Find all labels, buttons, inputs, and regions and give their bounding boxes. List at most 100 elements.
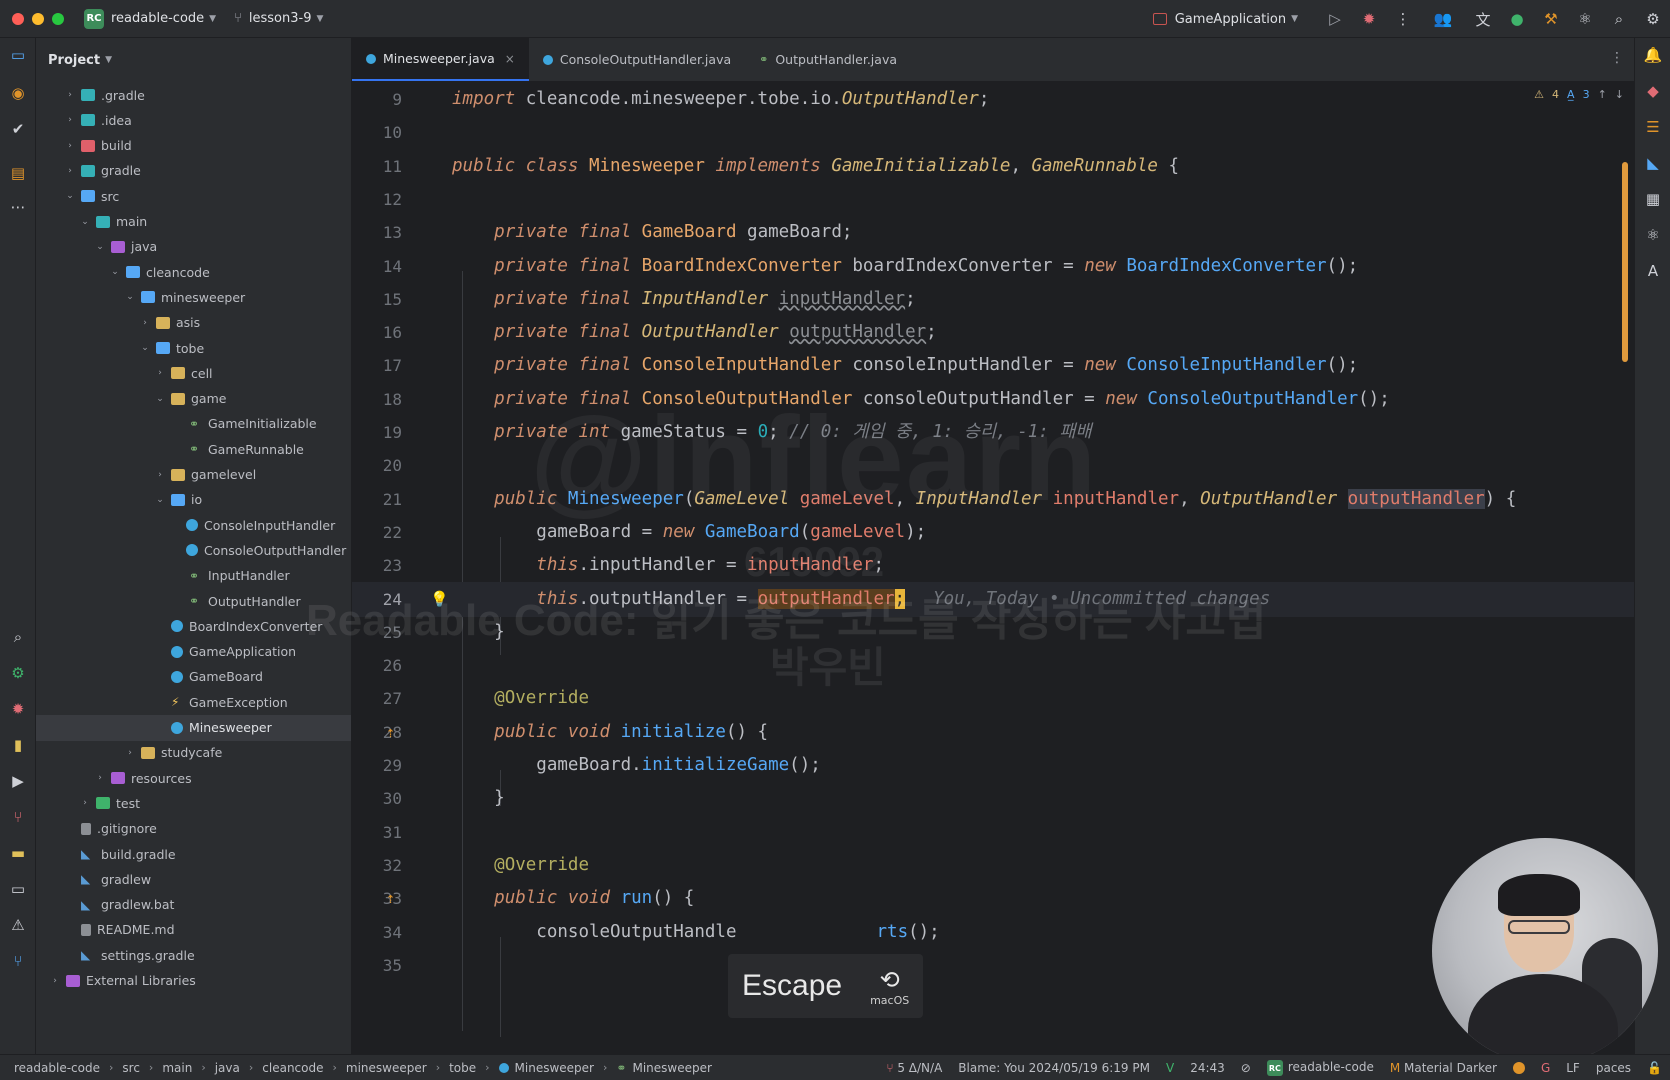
gradle-icon[interactable]: ◣	[1635, 154, 1670, 172]
run-icon[interactable]: ▷	[1318, 10, 1352, 28]
breadcrumb-item[interactable]: java	[215, 1061, 240, 1075]
status-indicator-icon[interactable]: ●	[1500, 10, 1534, 28]
tree-item[interactable]: › .idea	[36, 107, 351, 133]
breadcrumb-item[interactable]: src	[122, 1061, 140, 1075]
blame-info[interactable]: Blame: You 2024/05/19 6:19 PM	[958, 1061, 1150, 1075]
code-line[interactable]: 32 @Override	[352, 848, 1634, 884]
code-line[interactable]: 29 gameBoard.initializeGame();	[352, 748, 1634, 784]
code-line[interactable]: 16 private final OutputHandler outputHan…	[352, 315, 1634, 351]
tree-item[interactable]: ⚭ GameInitializable	[36, 411, 351, 437]
breadcrumb-item[interactable]: minesweeper	[346, 1061, 427, 1075]
tree-item[interactable]: README.md	[36, 917, 351, 943]
indent-setting[interactable]: paces	[1596, 1061, 1631, 1075]
chevron-right-icon[interactable]: ›	[48, 976, 62, 986]
find-tool-icon[interactable]: ⌕	[0, 628, 36, 646]
chevron-right-icon[interactable]: ›	[63, 141, 77, 151]
terminal-tool-icon[interactable]: ▭	[0, 880, 36, 898]
chevron-right-icon[interactable]: ›	[63, 90, 77, 100]
chevron-down-icon[interactable]: ⌄	[63, 191, 77, 201]
project-switcher[interactable]: readable-code	[111, 11, 204, 26]
tree-item[interactable]: GameApplication	[36, 639, 351, 665]
tab-minesweeper-java[interactable]: Minesweeper.java ×	[352, 38, 529, 81]
problems-tool-icon[interactable]: ⚠	[0, 916, 36, 934]
vim-icon[interactable]: V	[1166, 1061, 1174, 1075]
chevron-down-icon[interactable]: ⌄	[108, 267, 122, 277]
project-tool-icon[interactable]: ▭	[0, 46, 36, 64]
tree-item[interactable]: ⌄ cleancode	[36, 259, 351, 285]
tree-item[interactable]: BoardIndexConverter	[36, 613, 351, 639]
tree-item[interactable]: ConsoleInputHandler	[36, 512, 351, 538]
tree-item[interactable]: › build	[36, 133, 351, 159]
code-line[interactable]: 15 private final InputHandler inputHandl…	[352, 282, 1634, 318]
tree-item[interactable]: GameBoard	[36, 664, 351, 690]
editor-scrollbar[interactable]	[1622, 162, 1628, 362]
vcs-changes[interactable]: ⑂ 5 Δ/N/A	[886, 1061, 942, 1075]
code-line[interactable]: 30 }	[352, 781, 1634, 817]
more-tools-icon[interactable]: ⋯	[0, 198, 36, 216]
code-line[interactable]: 26	[352, 648, 1634, 684]
chevron-right-icon[interactable]: ›	[153, 368, 167, 378]
chevron-right-icon[interactable]: ›	[63, 166, 77, 176]
commit-tool-icon[interactable]: ◉	[0, 84, 36, 102]
todo-tool-icon[interactable]: ▬	[0, 844, 36, 862]
tree-item[interactable]: ⚭ OutputHandler	[36, 588, 351, 614]
database-tool-icon[interactable]: ▮	[0, 736, 36, 754]
breadcrumb-item[interactable]: cleancode	[262, 1061, 323, 1075]
breadcrumb-item[interactable]: tobe	[449, 1061, 476, 1075]
run-tool-icon[interactable]: ▶	[0, 772, 36, 790]
code-line[interactable]: 12	[352, 182, 1634, 218]
tree-item[interactable]: › studycafe	[36, 740, 351, 766]
tree-item[interactable]: ⌄ game	[36, 386, 351, 412]
chevron-right-icon[interactable]: ›	[138, 318, 152, 328]
line-separator[interactable]: LF	[1566, 1061, 1580, 1075]
tree-item[interactable]: ConsoleOutputHandler	[36, 537, 351, 563]
chevron-down-icon[interactable]: ⌄	[93, 242, 107, 252]
tree-item[interactable]: ⚭ InputHandler	[36, 563, 351, 589]
tree-item[interactable]: ⌄ java	[36, 234, 351, 260]
chevron-down-icon[interactable]: ⌄	[153, 394, 167, 404]
maximize-window-button[interactable]	[52, 12, 64, 25]
code-line[interactable]: 17 private final ConsoleInputHandler con…	[352, 348, 1634, 384]
code-line[interactable]: 13 private final GameBoard gameBoard;	[352, 215, 1634, 251]
chevron-down-icon[interactable]: ⌄	[153, 495, 167, 505]
implements-method-icon[interactable]: ⇡	[386, 715, 395, 751]
close-icon[interactable]: ×	[505, 52, 515, 66]
database-icon[interactable]: ☰	[1635, 118, 1670, 136]
chevron-right-icon[interactable]: ›	[78, 798, 92, 808]
tab-outputhandler-java[interactable]: ⚭ OutputHandler.java	[745, 38, 911, 81]
close-window-button[interactable]	[12, 12, 24, 25]
breadcrumb-item[interactable]: readable-code	[14, 1061, 100, 1075]
chevron-down-icon[interactable]: ⌄	[123, 292, 137, 302]
tree-item[interactable]: ⌄ tobe	[36, 335, 351, 361]
tree-item[interactable]: › cell	[36, 360, 351, 386]
chevron-right-icon[interactable]: ›	[153, 470, 167, 480]
tree-item[interactable]: ⌄ main	[36, 209, 351, 235]
tab-actions-icon[interactable]: ⋮	[1610, 50, 1624, 66]
tree-item[interactable]: › gamelevel	[36, 462, 351, 488]
tree-item[interactable]: › asis	[36, 310, 351, 336]
version-control-icon[interactable]: ⑂	[0, 952, 36, 970]
branch-switcher[interactable]: lesson3-9	[249, 11, 312, 26]
chevron-down-icon[interactable]: ⌄	[78, 217, 92, 227]
breadcrumb-item[interactable]: main	[162, 1061, 192, 1075]
theme-indicator[interactable]: M Material Darker	[1390, 1061, 1497, 1075]
tree-item[interactable]: ◣ settings.gradle	[36, 942, 351, 968]
tree-item[interactable]: ◣ gradlew	[36, 866, 351, 892]
ai-icon[interactable]: ⚛	[1635, 226, 1670, 244]
font-icon[interactable]: A	[1635, 262, 1670, 280]
services-tool-icon[interactable]: ⚙	[0, 664, 36, 682]
debug-icon[interactable]: ✹	[1352, 10, 1386, 28]
tree-item[interactable]: ⌄ minesweeper	[36, 284, 351, 310]
chevron-right-icon[interactable]: ›	[123, 748, 137, 758]
tree-item[interactable]: › test	[36, 790, 351, 816]
tree-item[interactable]: ⌄ io	[36, 487, 351, 513]
search-icon[interactable]: ⌕	[1602, 10, 1636, 28]
code-line[interactable]: 23 this.inputHandler = inputHandler;	[352, 548, 1634, 584]
implements-method-icon[interactable]: ⇡	[386, 881, 395, 917]
status-dot-icon[interactable]	[1512, 1062, 1525, 1074]
notifications-icon[interactable]: 🔔	[1635, 46, 1670, 64]
tree-item[interactable]: .gitignore	[36, 816, 351, 842]
code-line[interactable]: 9 import cleancode.minesweeper.tobe.io.Ou…	[352, 82, 1634, 118]
structure-tool-icon[interactable]: ▤	[0, 164, 36, 182]
chevron-down-icon[interactable]: ⌄	[138, 343, 152, 353]
